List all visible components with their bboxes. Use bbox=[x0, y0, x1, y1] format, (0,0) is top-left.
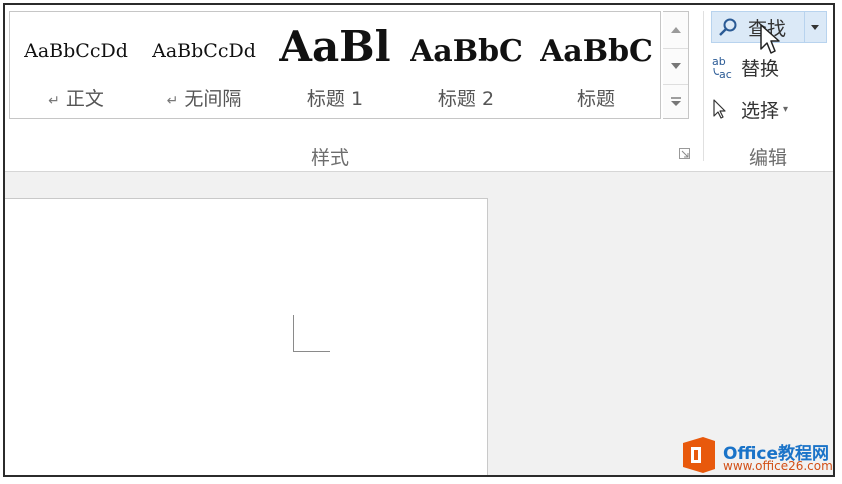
style-name: ↵ 无间隔 bbox=[166, 88, 242, 110]
chevron-up-icon bbox=[670, 26, 681, 33]
dialog-launcher-icon bbox=[679, 148, 690, 159]
style-heading-1[interactable]: AaBl 标题 1 bbox=[278, 12, 392, 118]
magnifier-icon bbox=[718, 17, 748, 37]
pointer-arrow-icon bbox=[711, 98, 741, 120]
watermark: Office教程网 www.office26.com bbox=[677, 435, 833, 475]
select-label: 选择 bbox=[741, 99, 780, 122]
style-preview: AaBbC bbox=[540, 34, 652, 69]
find-main[interactable]: 查找 bbox=[712, 12, 804, 42]
editing-group-label: 编辑 bbox=[749, 147, 788, 169]
paragraph-mark-icon: ↵ bbox=[166, 93, 179, 109]
svg-text:ac: ac bbox=[719, 68, 732, 80]
style-preview: AaBbCcDd bbox=[24, 40, 128, 62]
replace-label: 替换 bbox=[741, 57, 780, 80]
paragraph-mark-icon: ↵ bbox=[48, 93, 60, 109]
styles-gallery: AaBbCcDd ↵ 正文 AaBbCcDd ↵ 无间隔 AaBl 标题 1 AaB… bbox=[9, 11, 661, 119]
style-normal[interactable]: AaBbCcDd ↵ 正文 bbox=[14, 12, 138, 118]
mouse-cursor-icon bbox=[759, 23, 783, 57]
style-heading-2[interactable]: AaBbC 标题 2 bbox=[410, 12, 522, 118]
chevron-down-icon bbox=[811, 24, 820, 30]
style-name: 标题 bbox=[576, 88, 615, 110]
gallery-scroll-down[interactable] bbox=[663, 48, 688, 83]
style-title[interactable]: AaBbC 标题 bbox=[540, 12, 652, 118]
find-dropdown[interactable] bbox=[803, 12, 826, 42]
style-name: 标题 2 bbox=[437, 88, 495, 110]
application-window: AaBbCcDd ↵ 正文 AaBbCcDd ↵ 无间隔 AaBl 标题 1 AaB… bbox=[3, 3, 835, 477]
ribbon: AaBbCcDd ↵ 正文 AaBbCcDd ↵ 无间隔 AaBl 标题 1 AaB… bbox=[5, 5, 833, 172]
style-name: ↵ 正文 bbox=[48, 88, 104, 110]
styles-dialog-launcher[interactable] bbox=[679, 148, 691, 160]
more-styles-icon bbox=[670, 97, 681, 106]
chevron-down-icon bbox=[670, 63, 681, 69]
office-logo-icon bbox=[683, 437, 715, 473]
group-separator bbox=[703, 11, 704, 161]
document-page[interactable] bbox=[5, 198, 488, 475]
style-no-spacing[interactable]: AaBbCcDd ↵ 无间隔 bbox=[144, 12, 264, 118]
select-button[interactable]: 选择 ▾ bbox=[711, 93, 788, 125]
styles-group-label: 样式 bbox=[311, 147, 350, 169]
svg-text:ab: ab bbox=[712, 55, 726, 68]
style-preview: AaBbCcDd bbox=[152, 40, 256, 62]
gallery-scroll-up[interactable] bbox=[663, 12, 688, 47]
gallery-more-button[interactable] bbox=[663, 84, 688, 119]
page-margin-corner-mark bbox=[293, 315, 330, 352]
replace-ab-ac-icon: ab ac bbox=[711, 54, 741, 80]
chevron-down-icon[interactable]: ▾ bbox=[783, 104, 788, 115]
watermark-url: www.office26.com bbox=[723, 459, 833, 473]
style-name: 标题 1 bbox=[306, 88, 364, 110]
gallery-scroll bbox=[663, 11, 689, 119]
style-preview: AaBbC bbox=[410, 34, 522, 69]
style-preview: AaBl bbox=[279, 22, 391, 71]
